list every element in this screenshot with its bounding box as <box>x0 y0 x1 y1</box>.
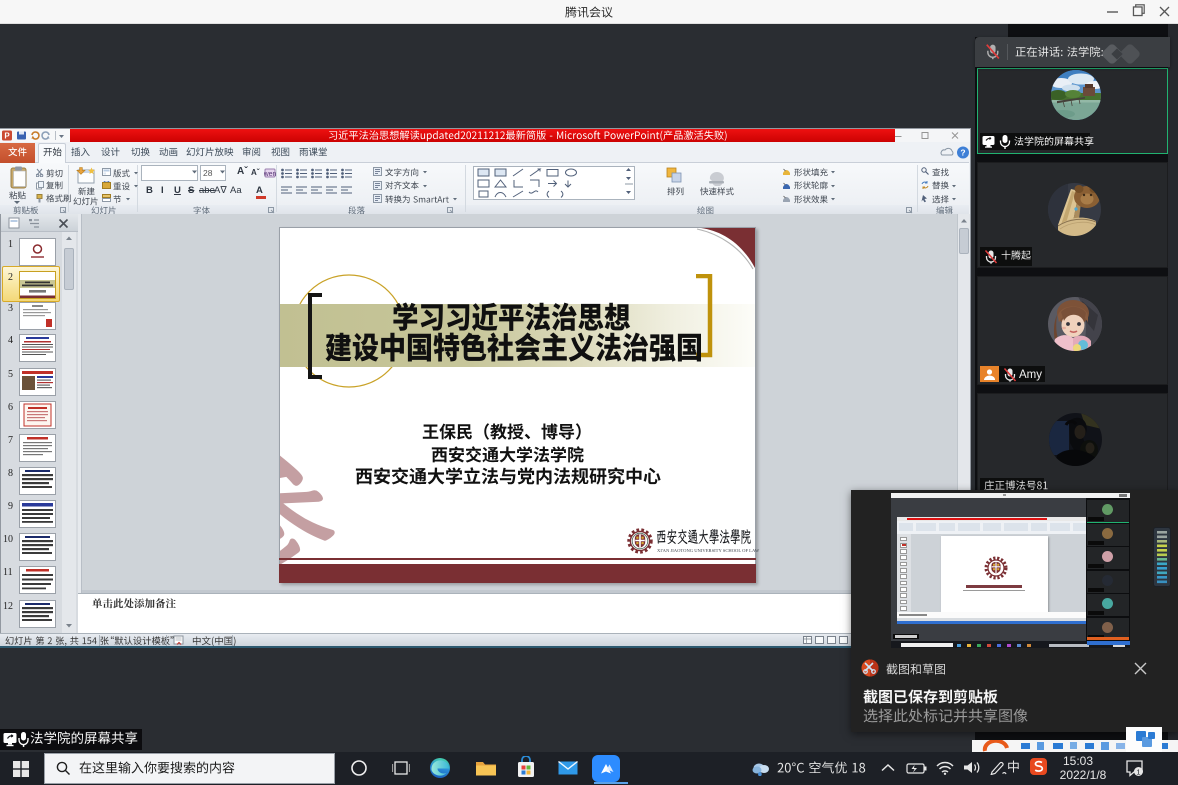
svg-text:1: 1 <box>1136 767 1140 776</box>
svg-text:wen: wen <box>264 171 277 178</box>
svg-text:?: ? <box>960 148 965 158</box>
svg-text:P: P <box>4 132 10 141</box>
